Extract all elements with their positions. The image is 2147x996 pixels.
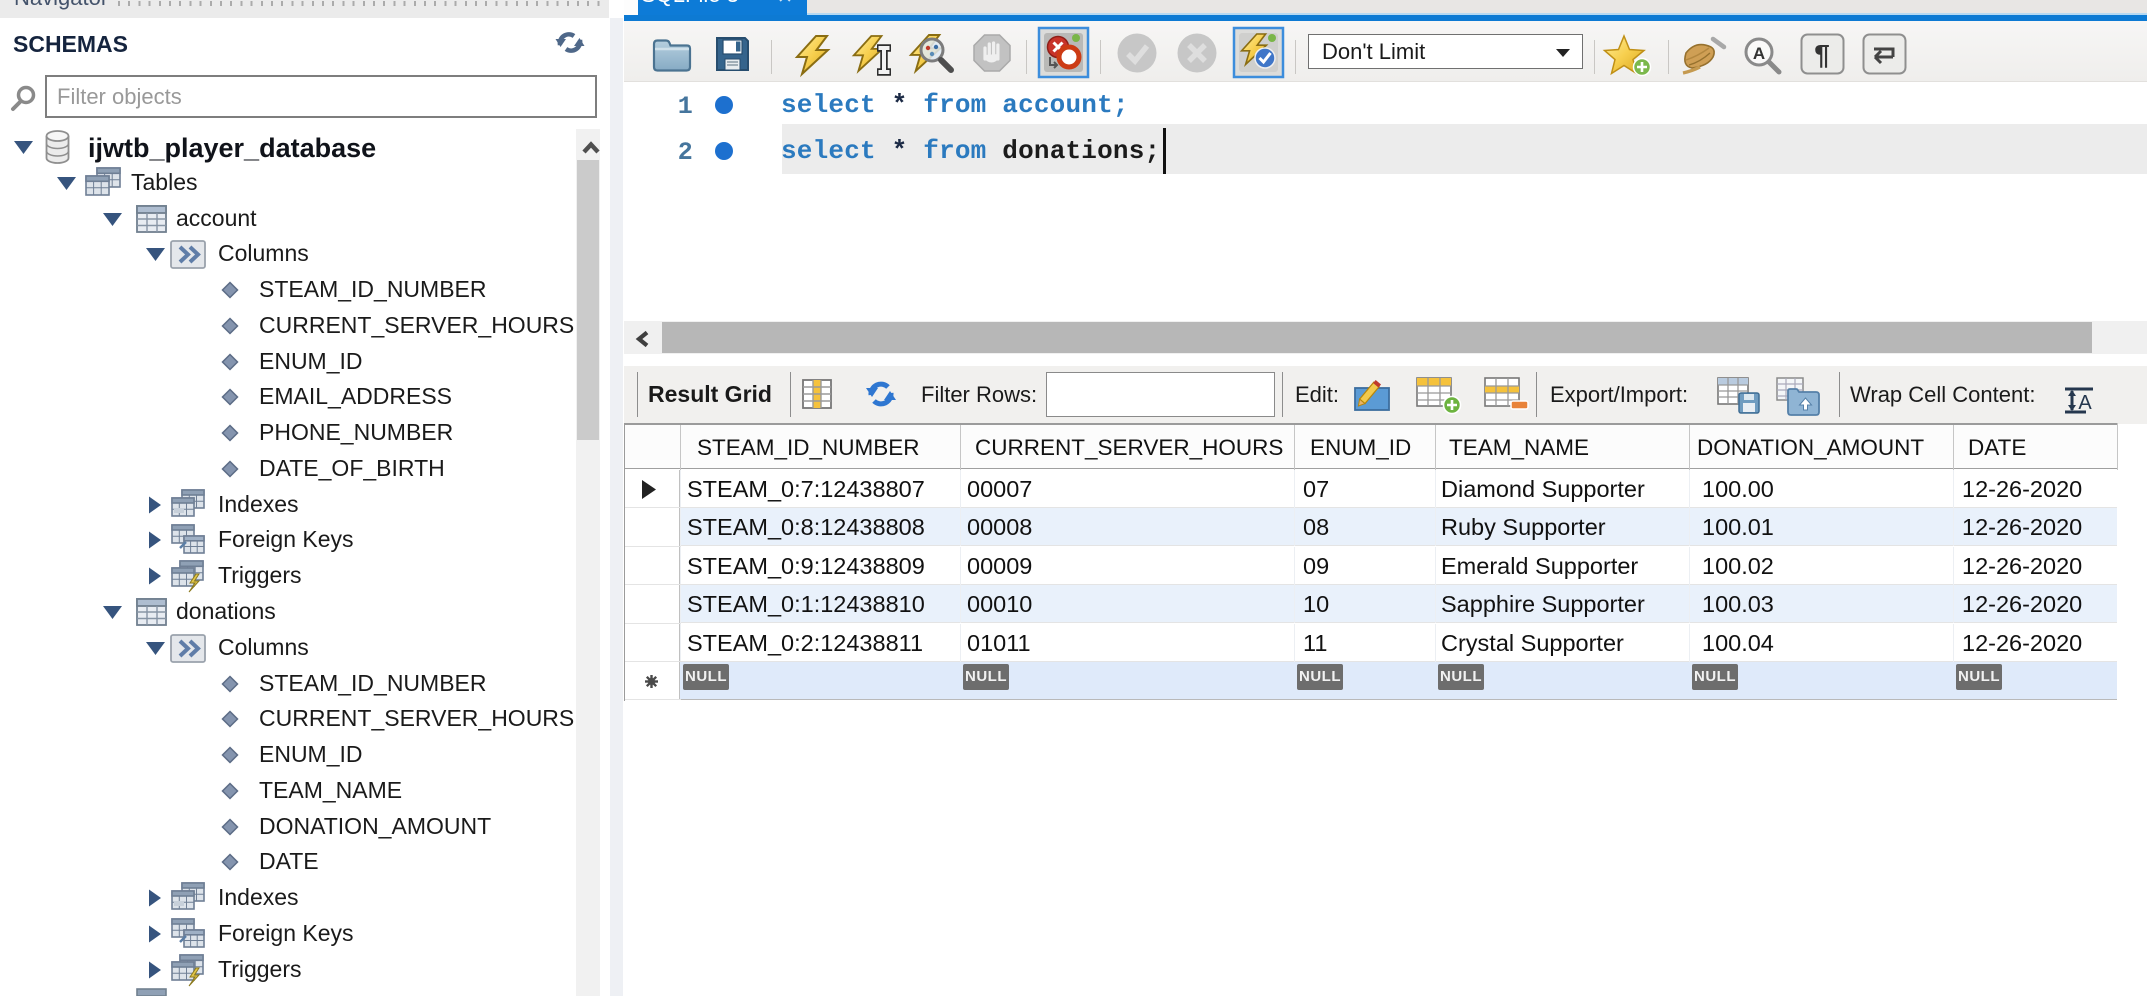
svg-text:A: A <box>2078 392 2092 414</box>
svg-text:A: A <box>1753 44 1765 63</box>
svg-text:¶: ¶ <box>1814 39 1830 70</box>
